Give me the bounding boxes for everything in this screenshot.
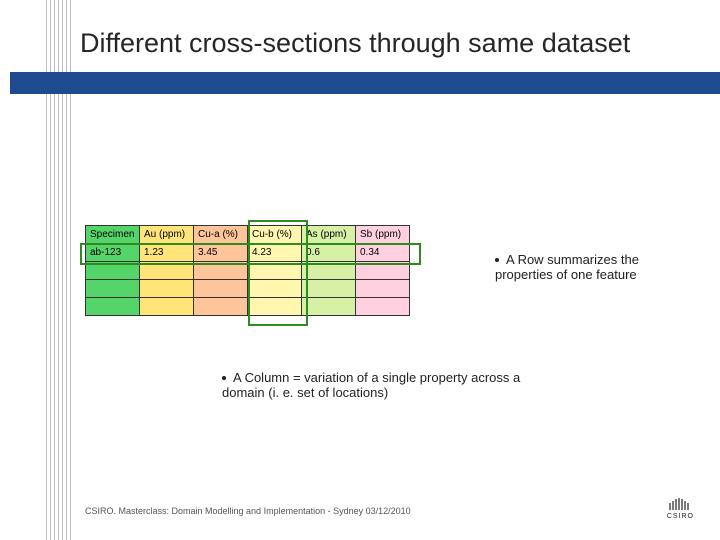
col-cua: Cu-a (%)	[194, 226, 248, 244]
column-note: A Column = variation of a single propert…	[222, 370, 522, 400]
bullet-icon	[495, 258, 499, 262]
cell	[140, 298, 194, 316]
spec-label	[86, 298, 140, 316]
cell	[302, 280, 356, 298]
row-note-text: A Row summarizes the properties of one f…	[495, 252, 639, 282]
csiro-logo: CSIRO	[667, 498, 694, 520]
slide: Different cross-sections through same da…	[0, 0, 720, 540]
col-as: As (ppm)	[302, 226, 356, 244]
title-underline-bar	[10, 72, 720, 94]
spec-label	[86, 280, 140, 298]
footer-text: CSIRO. Masterclass: Domain Modelling and…	[85, 506, 411, 516]
cell	[356, 298, 410, 316]
bullet-icon	[222, 376, 226, 380]
cell	[356, 280, 410, 298]
title-area: Different cross-sections through same da…	[80, 28, 680, 59]
row-note: A Row summarizes the properties of one f…	[495, 252, 700, 282]
header-corner: Specimen	[86, 226, 140, 244]
cell	[194, 280, 248, 298]
data-table-wrap: Specimen Au (ppm) Cu-a (%) Cu-b (%) As (…	[85, 225, 410, 316]
logo-icon	[668, 498, 692, 512]
col-sb: Sb (ppm)	[356, 226, 410, 244]
cell	[140, 280, 194, 298]
logo-text: CSIRO	[667, 513, 694, 520]
cell	[194, 298, 248, 316]
page-title: Different cross-sections through same da…	[80, 28, 680, 59]
column-note-text: A Column = variation of a single propert…	[222, 370, 520, 400]
col-au: Au (ppm)	[140, 226, 194, 244]
cell	[302, 298, 356, 316]
column-highlight	[248, 220, 308, 326]
